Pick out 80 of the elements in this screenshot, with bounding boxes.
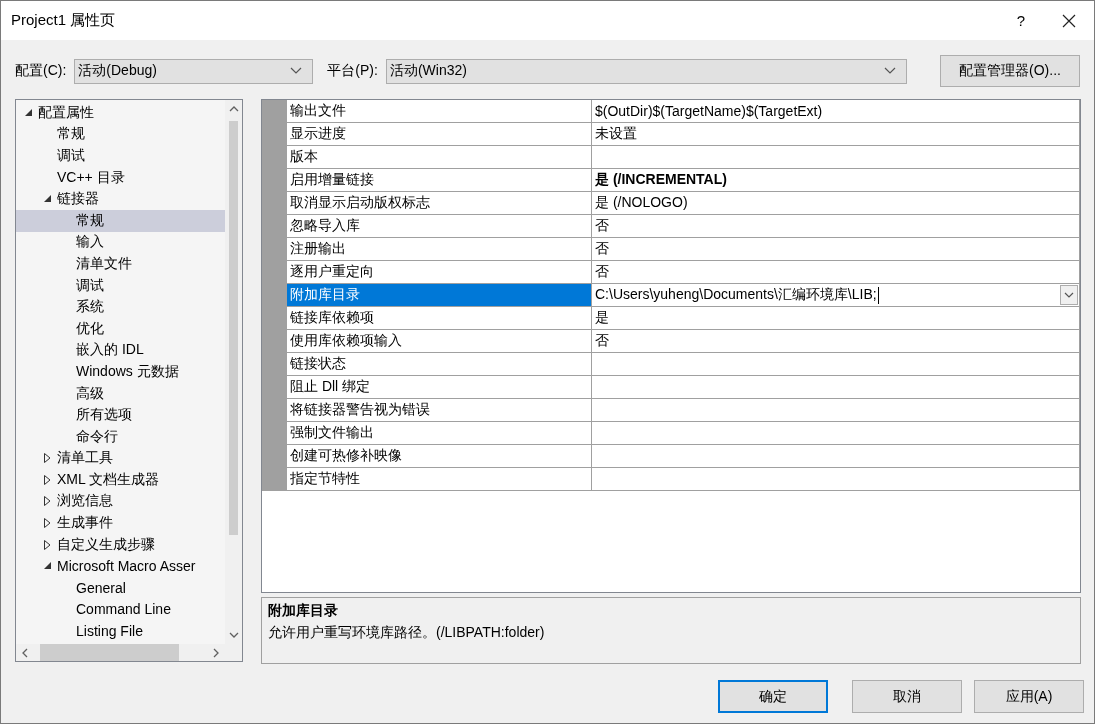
property-value: 未设置	[592, 123, 1080, 146]
scroll-right-icon[interactable]	[211, 646, 221, 659]
tree-item[interactable]: XML 文档生成器	[16, 469, 225, 491]
property-name[interactable]: 输出文件	[287, 100, 592, 123]
tree-item[interactable]: 系统	[16, 296, 225, 318]
expanded-triangle-icon[interactable]	[24, 108, 33, 117]
property-name[interactable]: 显示进度	[287, 123, 592, 146]
property-name[interactable]: 注册输出	[287, 238, 592, 261]
collapsed-triangle-icon[interactable]	[44, 453, 51, 464]
dialog-button[interactable]: 确定	[718, 680, 828, 713]
horizontal-scrollbar[interactable]	[16, 644, 225, 661]
dropdown-button[interactable]	[1060, 285, 1078, 305]
tree-item[interactable]: 嵌入的 IDL	[16, 339, 225, 362]
property-name[interactable]: 启用增量链接	[287, 169, 592, 192]
collapsed-triangle-icon[interactable]	[44, 474, 51, 485]
chevron-down-icon[interactable]	[1064, 292, 1074, 298]
tree-item[interactable]: 输入	[16, 231, 225, 254]
tree-item[interactable]: VC++ 目录	[16, 166, 225, 189]
tree-item[interactable]: Windows 元数据	[16, 361, 225, 383]
close-icon[interactable]	[1062, 13, 1076, 28]
expanded-triangle-icon[interactable]	[43, 562, 52, 571]
tree-item[interactable]: 常规	[16, 123, 225, 146]
dropdown[interactable]: 活动(Win32)	[385, 58, 907, 84]
dialog-button[interactable]: 应用(A)	[974, 680, 1084, 713]
tree-item[interactable]: 所有选项	[16, 404, 225, 426]
collapsed-triangle-icon[interactable]	[44, 518, 51, 529]
field-label: 配置(C):	[15, 62, 67, 80]
tree-item[interactable]: 高级	[16, 382, 225, 405]
tree-item[interactable]: 清单工具	[16, 447, 225, 470]
property-value: 否	[592, 261, 1080, 284]
property-name[interactable]: 忽略导入库	[287, 215, 592, 238]
tree-item[interactable]: Microsoft Macro Asser	[16, 555, 225, 578]
tree-item[interactable]: 浏览信息	[16, 490, 225, 513]
property-value: 否	[592, 330, 1080, 353]
tree-item[interactable]: 配置属性	[16, 102, 225, 124]
dialog-button[interactable]: 取消	[852, 680, 962, 713]
chevron-down-icon	[290, 67, 303, 75]
tree-item[interactable]: 自定义生成步骤	[16, 533, 225, 556]
tree-item[interactable]: 清单文件	[16, 253, 225, 275]
property-name[interactable]: 使用库依赖项输入	[287, 330, 592, 353]
window-title: Project1 属性页	[11, 11, 117, 30]
tree-item[interactable]: 命令行	[16, 425, 225, 448]
property-value: 是	[592, 307, 1080, 330]
help-button[interactable]: ?	[998, 12, 1044, 29]
field-label: 平台(P):	[327, 62, 378, 80]
property-value: 否	[592, 238, 1080, 261]
property-name[interactable]: 链接库依赖项	[287, 307, 592, 330]
collapsed-triangle-icon[interactable]	[44, 496, 51, 507]
property-value: 否	[592, 215, 1080, 238]
property-name[interactable]: 指定节特性	[287, 468, 592, 491]
scroll-left-icon[interactable]	[20, 646, 30, 659]
expanded-triangle-icon[interactable]	[43, 195, 52, 204]
tree-item[interactable]: Listing File	[16, 620, 225, 642]
property-name[interactable]: 将链接器警告视为错误	[287, 399, 592, 422]
collapsed-triangle-icon[interactable]	[44, 539, 51, 550]
chevron-down-icon	[883, 67, 896, 75]
dropdown[interactable]: 活动(Debug)	[74, 58, 314, 84]
property-value: $(OutDir)$(TargetName)$(TargetExt)	[592, 100, 1080, 123]
value-input[interactable]: C:\Users\yuheng\Documents\汇编环境库\LIB;	[595, 286, 879, 304]
tree-item[interactable]: General	[16, 577, 225, 599]
property-name[interactable]: 强制文件输出	[287, 422, 592, 445]
tree-item[interactable]: 常规	[16, 209, 225, 232]
tree-item[interactable]: 优化	[16, 317, 225, 340]
tree-item[interactable]: 调试	[16, 274, 225, 297]
property-name[interactable]: 阻止 Dll 绑定	[287, 376, 592, 399]
tree-item[interactable]: 生成事件	[16, 512, 225, 534]
property-name[interactable]: 链接状态	[287, 353, 592, 376]
property-name[interactable]: 取消显示启动版权标志	[287, 192, 592, 215]
tree-item[interactable]: Command Line	[16, 598, 225, 621]
tree-item[interactable]: 链接器	[16, 188, 225, 210]
vertical-scrollbar[interactable]	[225, 100, 242, 644]
tree-item[interactable]: 调试	[16, 145, 225, 167]
config-manager-button[interactable]: 配置管理器(O)...	[940, 55, 1080, 87]
description-title: 附加库目录	[268, 602, 339, 620]
property-value: 是 (/INCREMENTAL)	[592, 169, 1080, 192]
property-name[interactable]: 版本	[287, 146, 592, 169]
property-name[interactable]: 创建可热修补映像	[287, 445, 592, 468]
description-text: 允许用户重写环境库路径。(/LIBPATH:folder)	[268, 624, 546, 642]
property-value: 是 (/NOLOGO)	[592, 192, 1080, 215]
property-name[interactable]: 附加库目录	[287, 284, 592, 307]
